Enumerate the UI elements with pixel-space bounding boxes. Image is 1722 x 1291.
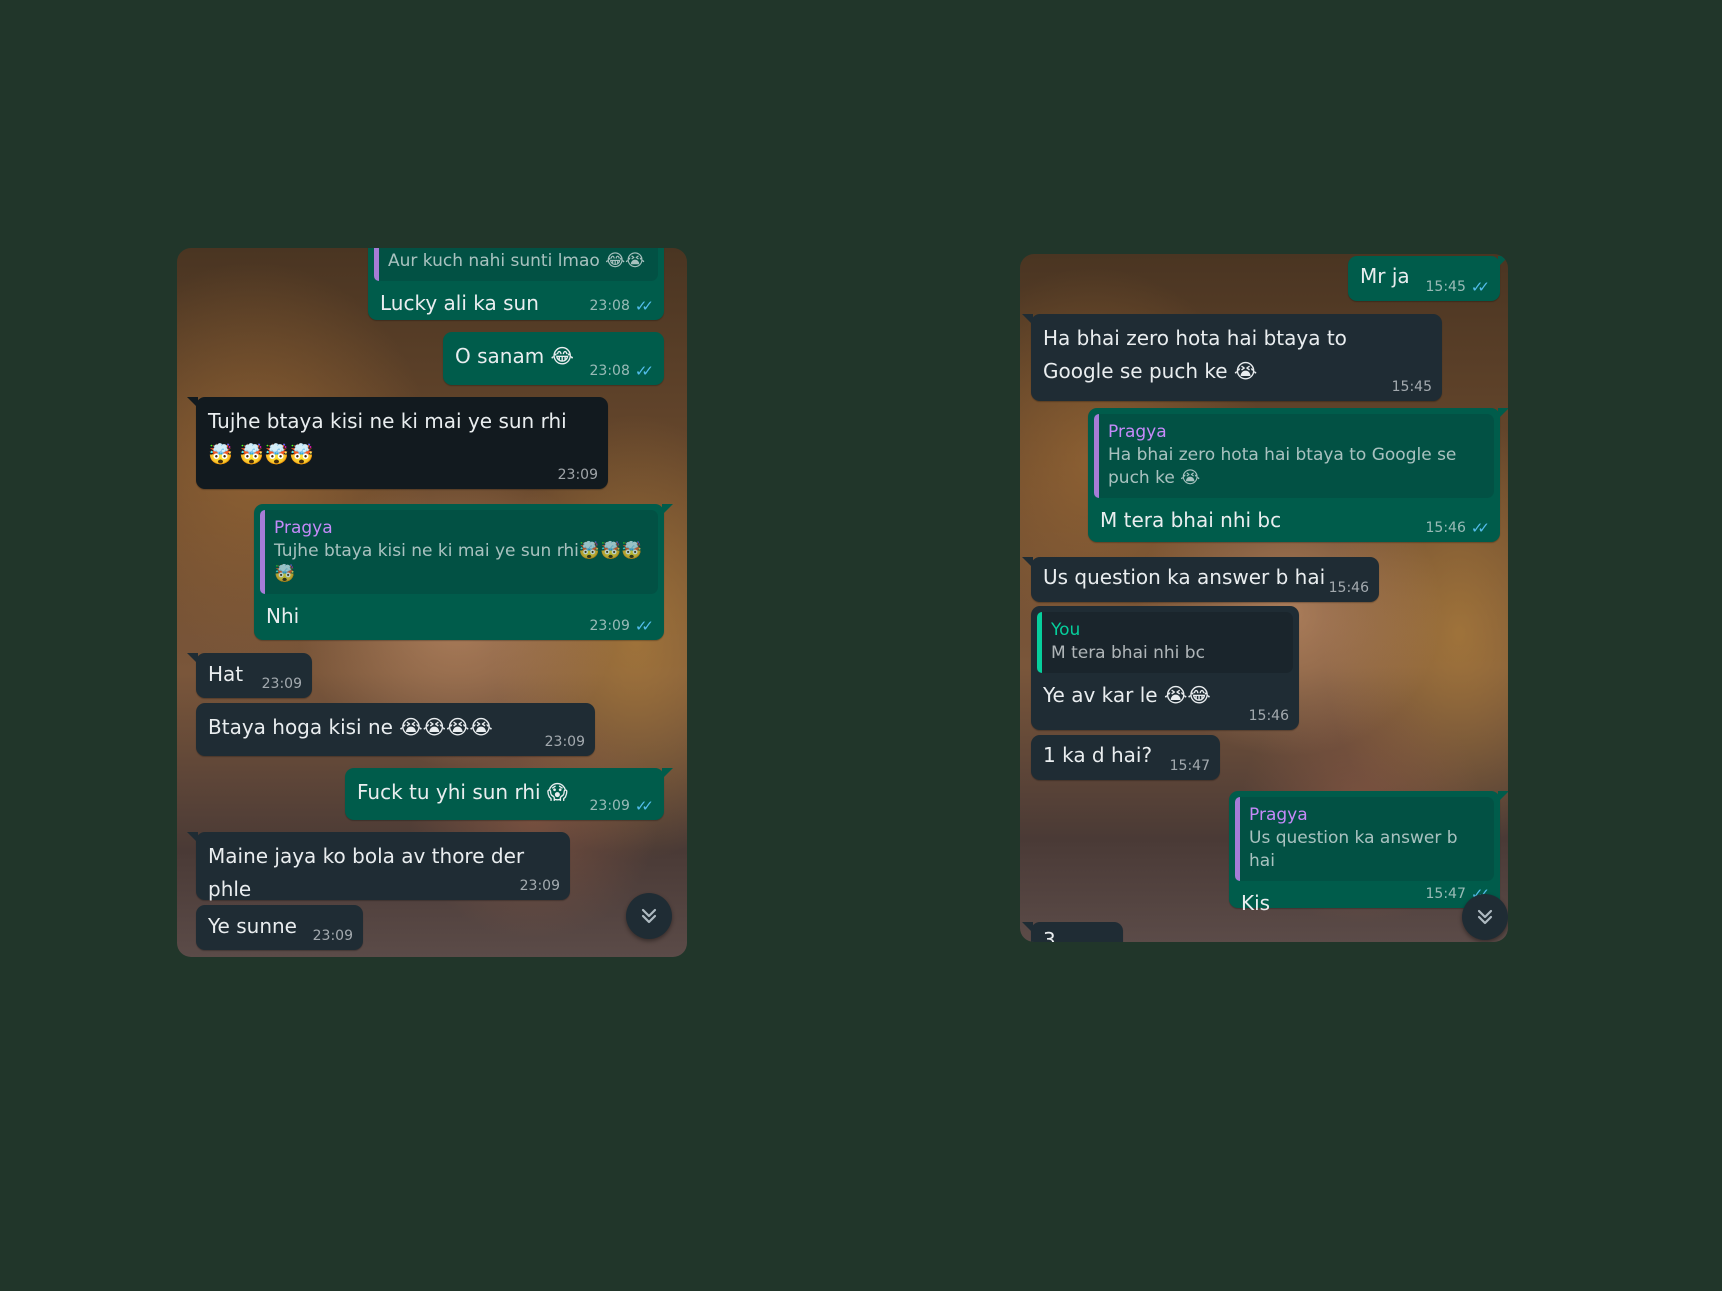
message-time: 23:09 bbox=[557, 467, 598, 483]
message-meta: 23:08 ✓✓ bbox=[590, 298, 655, 314]
quoted-reply[interactable]: You M tera bhai nhi bc bbox=[1037, 612, 1293, 673]
message-meta: 23:09 bbox=[520, 878, 560, 894]
message-time: 23:09 bbox=[519, 878, 560, 894]
message-bubble-incoming[interactable]: You M tera bhai nhi bc Ye av kar le 😭😂 1… bbox=[1031, 606, 1299, 730]
message-bubble-incoming[interactable]: Maine jaya ko bola av thore der phle 23:… bbox=[187, 832, 570, 901]
double-check-icon: ✓✓ bbox=[1470, 519, 1490, 537]
message-text: Btaya hoga kisi ne 😭😭😭😭 bbox=[208, 715, 493, 739]
message-meta: 15:46 ✓✓ bbox=[1426, 520, 1491, 536]
message-bubble-incoming[interactable]: Us question ka answer b hai 15:46 bbox=[1022, 557, 1379, 602]
message-text: Us question ka answer b hai bbox=[1043, 565, 1326, 589]
message-bubble-incoming[interactable]: Btaya hoga kisi ne 😭😭😭😭 23:09 bbox=[196, 703, 595, 756]
message-bubble-outgoing[interactable]: O sanam 😂 23:08 ✓✓ bbox=[443, 332, 664, 385]
quote-text: Ha bhai zero hota hai btaya to Google se… bbox=[1108, 445, 1457, 488]
quote-author: Pragya bbox=[274, 518, 333, 538]
message-bubble-outgoing[interactable]: Fuck tu yhi sun rhi 😱 23:09 ✓✓ bbox=[345, 768, 673, 820]
double-check-icon: ✓✓ bbox=[634, 297, 654, 315]
message-meta: 23:09 bbox=[262, 676, 302, 692]
message-bubble-outgoing[interactable]: Aur kuch nahi sunti lmao 😂😭 Lucky ali ka… bbox=[368, 248, 664, 320]
message-meta: 15:46 bbox=[1329, 580, 1369, 596]
message-time: 15:45 bbox=[1391, 379, 1432, 395]
message-meta: 23:08 ✓✓ bbox=[590, 363, 655, 379]
chat-panel-left[interactable]: Aur kuch nahi sunti lmao 😂😭 Lucky ali ka… bbox=[177, 248, 687, 957]
message-time: 23:08 bbox=[589, 363, 630, 379]
double-check-icon: ✓✓ bbox=[1470, 278, 1490, 296]
message-time: 15:47 bbox=[1169, 758, 1210, 774]
message-meta: 23:09 ✓✓ bbox=[590, 618, 655, 634]
chevron-double-down-icon bbox=[1477, 909, 1493, 925]
message-meta: 23:09 bbox=[558, 467, 598, 483]
message-bubble-incoming[interactable]: 3 bbox=[1022, 922, 1123, 942]
message-bubble-outgoing[interactable]: Pragya Us question ka answer b hai Kis 1… bbox=[1229, 791, 1508, 915]
scroll-to-bottom-button[interactable] bbox=[1462, 894, 1508, 940]
chevron-double-down-icon bbox=[641, 908, 657, 924]
quote-text: M tera bhai nhi bc bbox=[1051, 643, 1205, 663]
quoted-reply[interactable]: Pragya Tujhe btaya kisi ne ki mai ye sun… bbox=[260, 510, 658, 594]
message-meta: 23:09 bbox=[313, 928, 353, 944]
message-bubble-outgoing[interactable]: Pragya Tujhe btaya kisi ne ki mai ye sun… bbox=[254, 504, 673, 640]
quote-author: You bbox=[1051, 620, 1081, 640]
message-bubble-incoming[interactable]: Ha bhai zero hota hai btaya to Google se… bbox=[1022, 314, 1442, 401]
quote-text: Aur kuch nahi sunti lmao 😂😭 bbox=[388, 251, 645, 271]
message-bubble-incoming[interactable]: Tujhe btaya kisi ne ki mai ye sun rhi🤯 🤯… bbox=[187, 397, 608, 489]
message-time: 23:09 bbox=[312, 928, 353, 944]
message-text: Maine jaya ko bola av thore der phle bbox=[208, 844, 531, 901]
message-meta: 23:09 bbox=[545, 734, 585, 750]
message-time: 15:46 bbox=[1425, 520, 1466, 536]
scroll-to-bottom-button[interactable] bbox=[626, 893, 672, 939]
quote-text: Us question ka answer b hai bbox=[1249, 828, 1458, 871]
message-time: 15:46 bbox=[1248, 708, 1289, 724]
message-time: 23:09 bbox=[261, 676, 302, 692]
message-time: 15:47 bbox=[1425, 886, 1466, 902]
quote-author: Pragya bbox=[1249, 805, 1308, 825]
quote-text: Tujhe btaya kisi ne ki mai ye sun rhi🤯🤯🤯… bbox=[274, 541, 643, 584]
quote-author: Pragya bbox=[1108, 422, 1167, 442]
message-bubble-incoming[interactable]: Ye sunne 23:09 bbox=[196, 905, 363, 950]
message-time: 15:45 bbox=[1425, 279, 1466, 295]
message-time: 23:09 bbox=[589, 798, 630, 814]
message-bubble-incoming[interactable]: 1 ka d hai? 15:47 bbox=[1031, 735, 1220, 780]
message-text: Tujhe btaya kisi ne ki mai ye sun rhi🤯 🤯… bbox=[208, 409, 567, 466]
message-bubble-incoming[interactable]: Hat 23:09 bbox=[187, 653, 312, 698]
message-text: Ha bhai zero hota hai btaya to Google se… bbox=[1043, 326, 1354, 383]
message-meta: 15:47 bbox=[1170, 758, 1210, 774]
double-check-icon: ✓✓ bbox=[634, 362, 654, 380]
message-time: 15:46 bbox=[1328, 580, 1369, 596]
message-meta: 23:09 ✓✓ bbox=[590, 798, 655, 814]
message-bubble-outgoing[interactable]: Mr ja 15:45 ✓✓ bbox=[1348, 256, 1508, 301]
quoted-reply[interactable]: Aur kuch nahi sunti lmao 😂😭 bbox=[374, 248, 658, 281]
chat-panel-right[interactable]: Mr ja 15:45 ✓✓ Ha bhai zero hota hai bta… bbox=[1020, 254, 1508, 942]
message-text: 3 bbox=[1043, 928, 1056, 942]
message-meta: 15:46 bbox=[1249, 708, 1289, 724]
double-check-icon: ✓✓ bbox=[634, 617, 654, 635]
message-time: 23:08 bbox=[589, 298, 630, 314]
double-check-icon: ✓✓ bbox=[634, 797, 654, 815]
message-time: 23:09 bbox=[544, 734, 585, 750]
message-time: 23:09 bbox=[589, 618, 630, 634]
message-bubble-outgoing[interactable]: Pragya Ha bhai zero hota hai btaya to Go… bbox=[1088, 408, 1508, 542]
quoted-reply[interactable]: Pragya Us question ka answer b hai bbox=[1235, 797, 1494, 881]
quoted-reply[interactable]: Pragya Ha bhai zero hota hai btaya to Go… bbox=[1094, 414, 1494, 498]
message-meta: 15:45 bbox=[1392, 379, 1432, 395]
message-meta: 15:45 ✓✓ bbox=[1426, 279, 1491, 295]
